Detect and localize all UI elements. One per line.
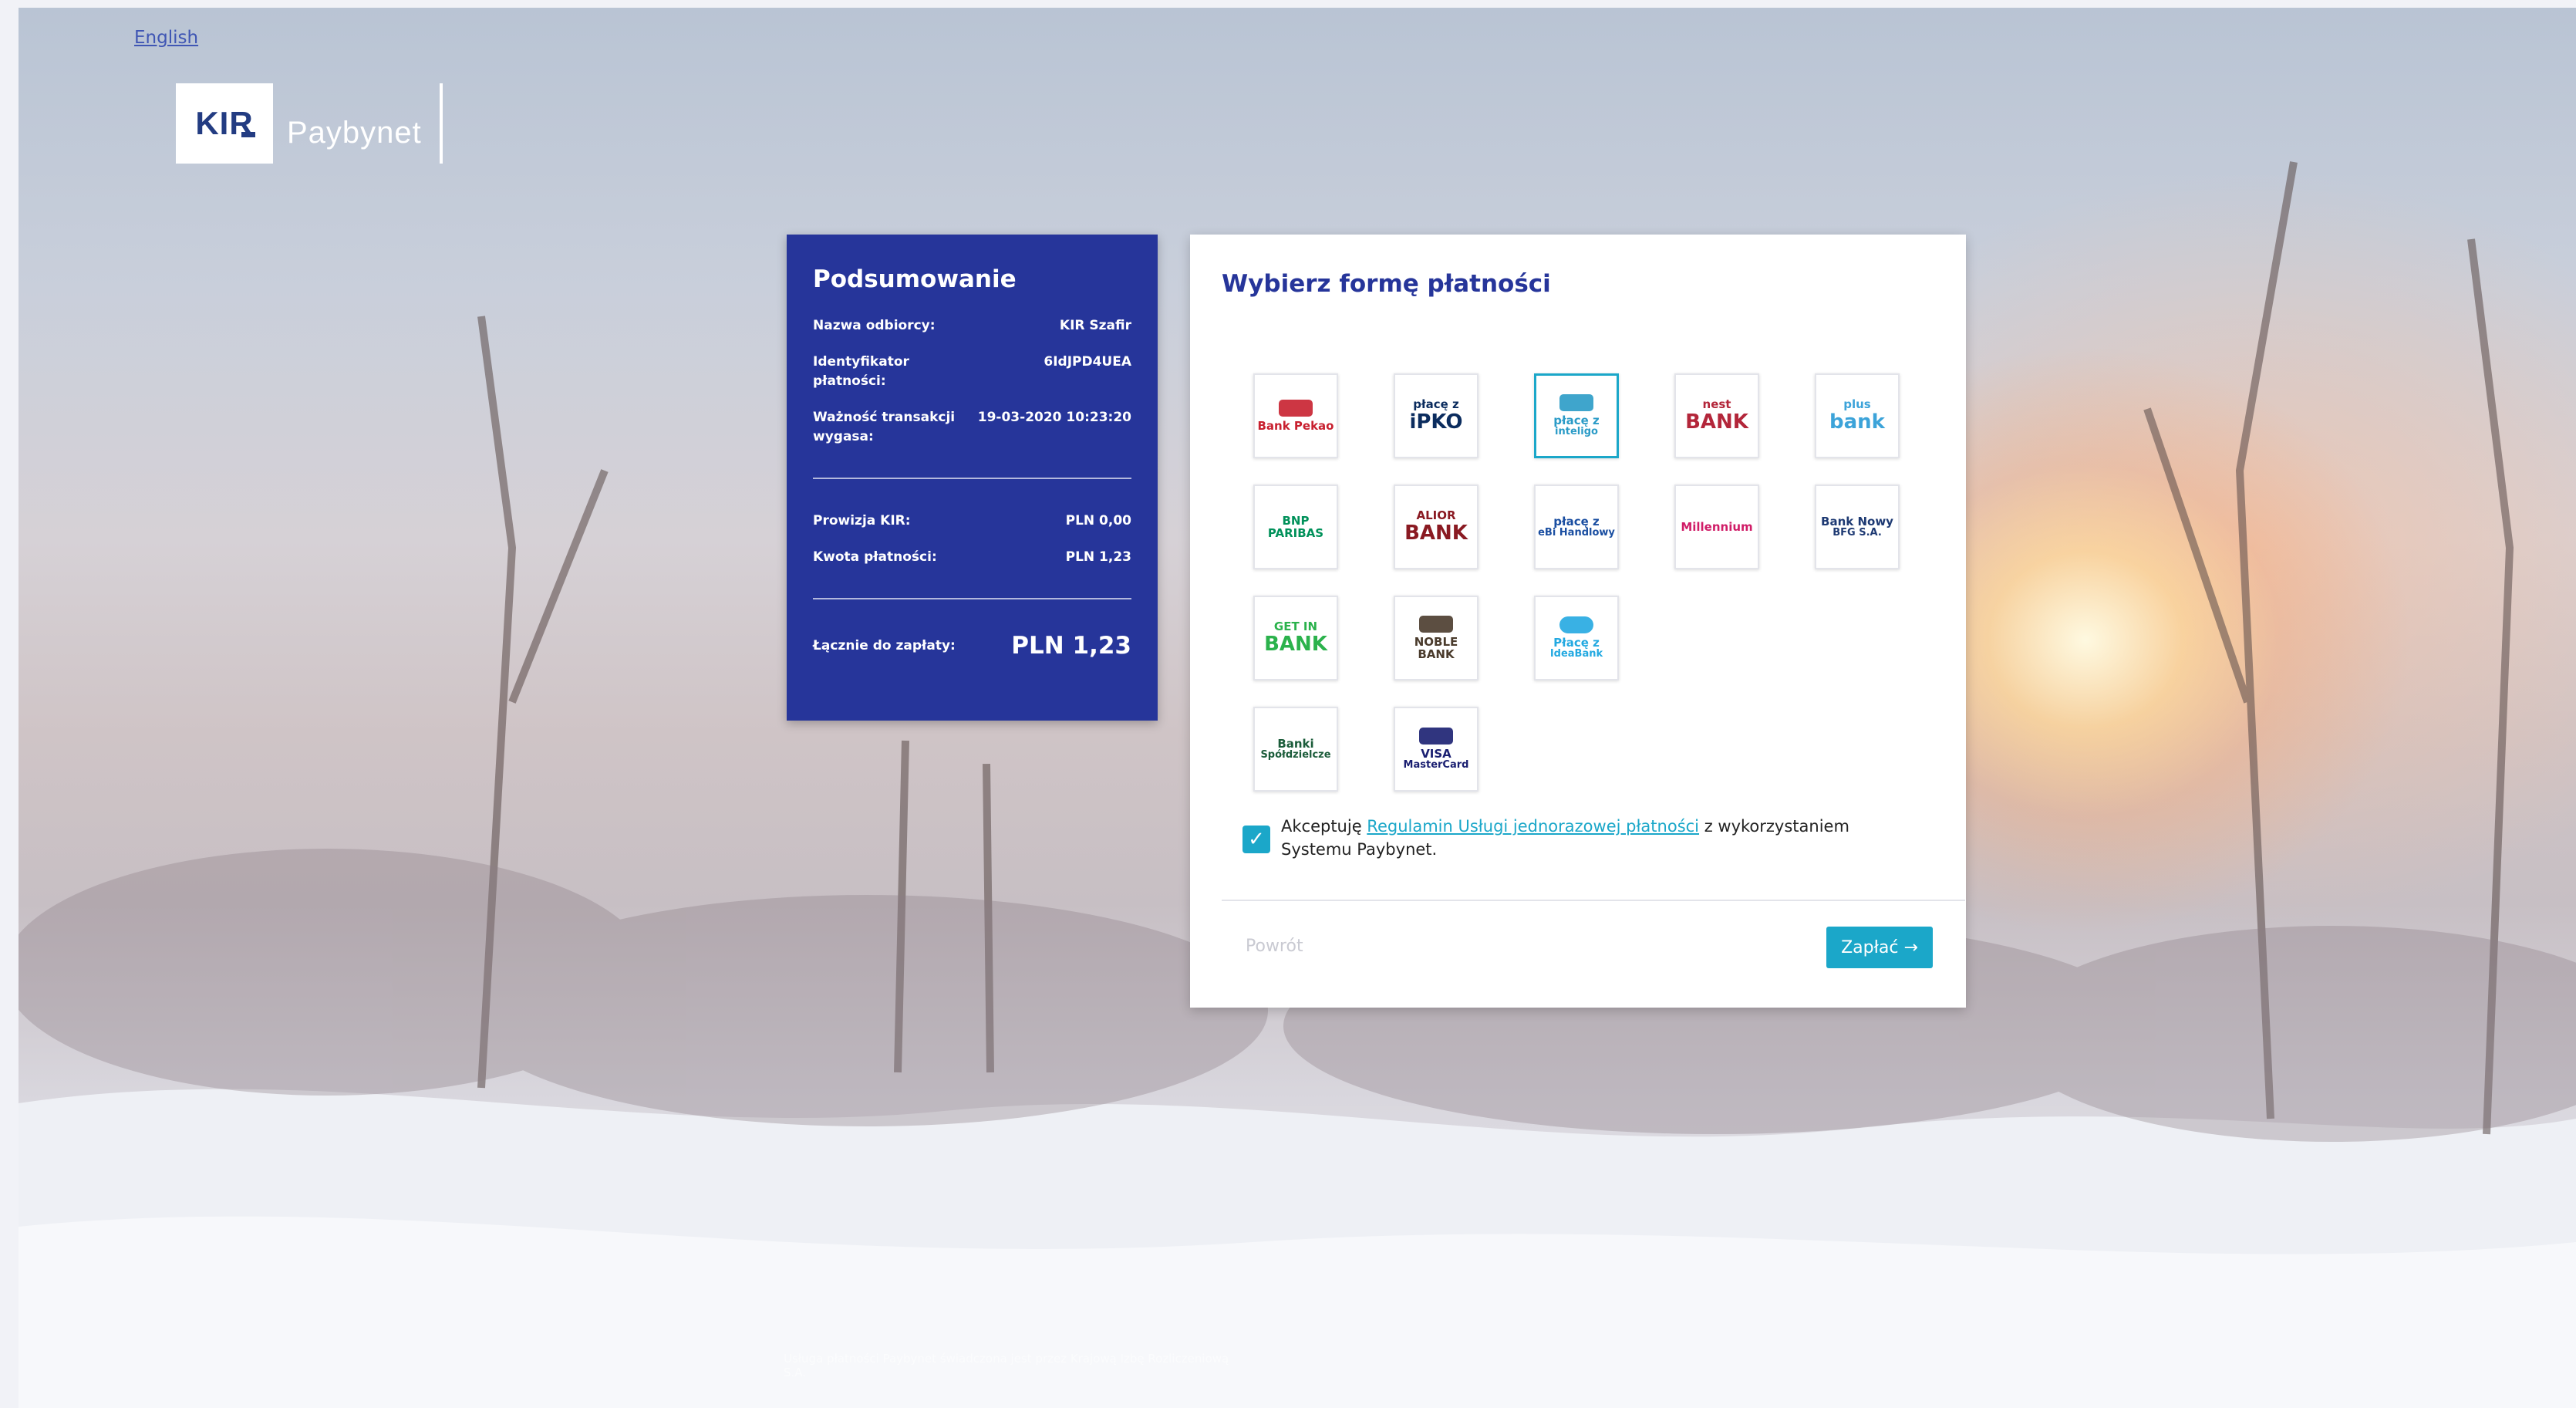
bank-subname: Spółdzielcze: [1260, 749, 1331, 761]
bank-option-9[interactable]: Millennium: [1674, 485, 1759, 569]
footer-note: Usługa płatności Paybynet świadczona jes…: [784, 1352, 1229, 1379]
bank-name: ALIOR: [1416, 508, 1456, 523]
summary-label: Prowizja KIR:: [813, 513, 911, 528]
bank-name: Millennium: [1681, 519, 1753, 534]
bank-name: Bank Nowy: [1821, 514, 1893, 528]
bank-option-12[interactable]: NOBLE BANK: [1394, 596, 1479, 680]
payment-method-panel: Wybierz formę płatności Bank Pekao płacę …: [1190, 235, 1966, 1008]
bank-option-11[interactable]: GET IN BANK: [1253, 596, 1338, 680]
bank-option-1[interactable]: Bank Pekao: [1253, 373, 1338, 458]
bank-name: NOBLE BANK: [1414, 634, 1458, 661]
summary-label: Kwota płatności:: [813, 549, 937, 565]
bank-name: Banki: [1277, 736, 1314, 751]
bank-option-15[interactable]: VISA MasterCard: [1394, 707, 1479, 792]
summary-label: Nazwa odbiorcy:: [813, 318, 936, 333]
summary-row-fee: Prowizja KIR: PLN 0,00: [813, 512, 1131, 531]
summary-value: PLN 0,00: [1065, 513, 1131, 528]
summary-label: Identyfikator płatności:: [813, 354, 909, 389]
summary-row-recipient: Nazwa odbiorcy: KIR Szafir: [813, 316, 1131, 336]
bison-icon: [1279, 399, 1313, 417]
pay-button[interactable]: Zapłać →: [1826, 927, 1933, 968]
bank-option-4[interactable]: nest BANK: [1674, 373, 1759, 458]
panel-divider: [1222, 900, 1965, 901]
summary-value: KIR Szafir: [1059, 318, 1131, 333]
summary-label: Ważność transakcji wygasa:: [813, 410, 956, 444]
summary-title: Podsumowanie: [813, 265, 1017, 293]
summary-divider: [813, 598, 1131, 599]
terms-text-before: Akceptuję: [1281, 817, 1367, 836]
bank-name: Płacę z: [1553, 635, 1600, 650]
language-switch-link[interactable]: English: [134, 28, 198, 48]
summary-value: PLN 1,23: [1065, 549, 1131, 565]
bank-option-6[interactable]: BNP PARIBAS: [1253, 485, 1338, 569]
bank-subname: iPKO: [1409, 410, 1463, 434]
kir-logo: KIR: [176, 83, 273, 164]
bank-subname: MasterCard: [1403, 759, 1469, 772]
cloud-icon: [1559, 616, 1593, 633]
summary-divider: [813, 478, 1131, 479]
payment-method-title: Wybierz formę płatności: [1222, 270, 1551, 298]
summary-row-payment-id: Identyfikator płatności: 6IdJPD4UEA: [813, 353, 1131, 391]
bank-name: plus: [1843, 397, 1871, 412]
bank-option-2[interactable]: płacę z iPKO: [1394, 373, 1479, 458]
bank-option-14[interactable]: Banki Spółdzielcze: [1253, 707, 1338, 792]
bank-subname: BANK: [1264, 632, 1327, 656]
summary-panel: Podsumowanie Nazwa odbiorcy: KIR Szafir …: [787, 235, 1158, 721]
bank-option-8[interactable]: płacę z eBi Handlowy: [1534, 485, 1619, 569]
bank-subname: IdeaBank: [1549, 648, 1603, 660]
kir-logo-text: KIR: [195, 105, 256, 141]
summary-row-expiry: Ważność transakcji wygasa: 19-03-2020 10…: [813, 408, 1131, 447]
bank-subname: bank: [1829, 410, 1885, 434]
bank-option-3[interactable]: płacę z inteligo: [1534, 373, 1619, 458]
camera-icon: [1559, 393, 1593, 411]
bank-name: płacę z: [1553, 413, 1600, 427]
bank-name: BNP PARIBAS: [1267, 513, 1324, 540]
summary-total: Łącznie do zapłaty: PLN 1,23: [813, 632, 1131, 660]
back-button[interactable]: Powrót: [1246, 937, 1303, 956]
logo-divider: [440, 83, 443, 164]
tree-icon: [1419, 615, 1453, 633]
bank-subname: eBi Handlowy: [1538, 527, 1615, 539]
bank-name: VISA: [1421, 746, 1452, 761]
total-value: PLN 1,23: [1011, 632, 1131, 660]
bank-name: nest: [1702, 397, 1731, 412]
bank-name: płacę z: [1553, 514, 1600, 528]
terms-link[interactable]: Regulamin Usługi jednorazowej płatności: [1367, 817, 1699, 836]
bank-name: płacę z: [1413, 397, 1459, 412]
terms-checkbox[interactable]: ✓: [1242, 826, 1270, 853]
terms-text: Akceptuję Regulamin Usługi jednorazowej …: [1281, 815, 1921, 861]
cards-icon: [1419, 727, 1453, 745]
summary-value: 6IdJPD4UEA: [1044, 354, 1131, 370]
bank-option-7[interactable]: ALIOR BANK: [1394, 485, 1479, 569]
total-label: Łącznie do zapłaty:: [813, 638, 956, 653]
bank-subname: BANK: [1685, 410, 1748, 434]
bank-name: GET IN: [1273, 620, 1318, 634]
bank-name: Bank Pekao: [1257, 418, 1334, 433]
bank-option-13[interactable]: Płacę z IdeaBank: [1534, 596, 1619, 680]
paybynet-logo-text: Paybynet: [287, 116, 422, 150]
summary-row-amount: Kwota płatności: PLN 1,23: [813, 548, 1131, 567]
bank-option-5[interactable]: plus bank: [1815, 373, 1900, 458]
bank-subname: BANK: [1404, 521, 1468, 545]
summary-value: 19-03-2020 10:23:20: [977, 410, 1131, 425]
bank-subname: inteligo: [1555, 426, 1598, 438]
bank-option-10[interactable]: Bank Nowy BFG S.A.: [1815, 485, 1900, 569]
bank-subname: BFG S.A.: [1833, 527, 1882, 539]
